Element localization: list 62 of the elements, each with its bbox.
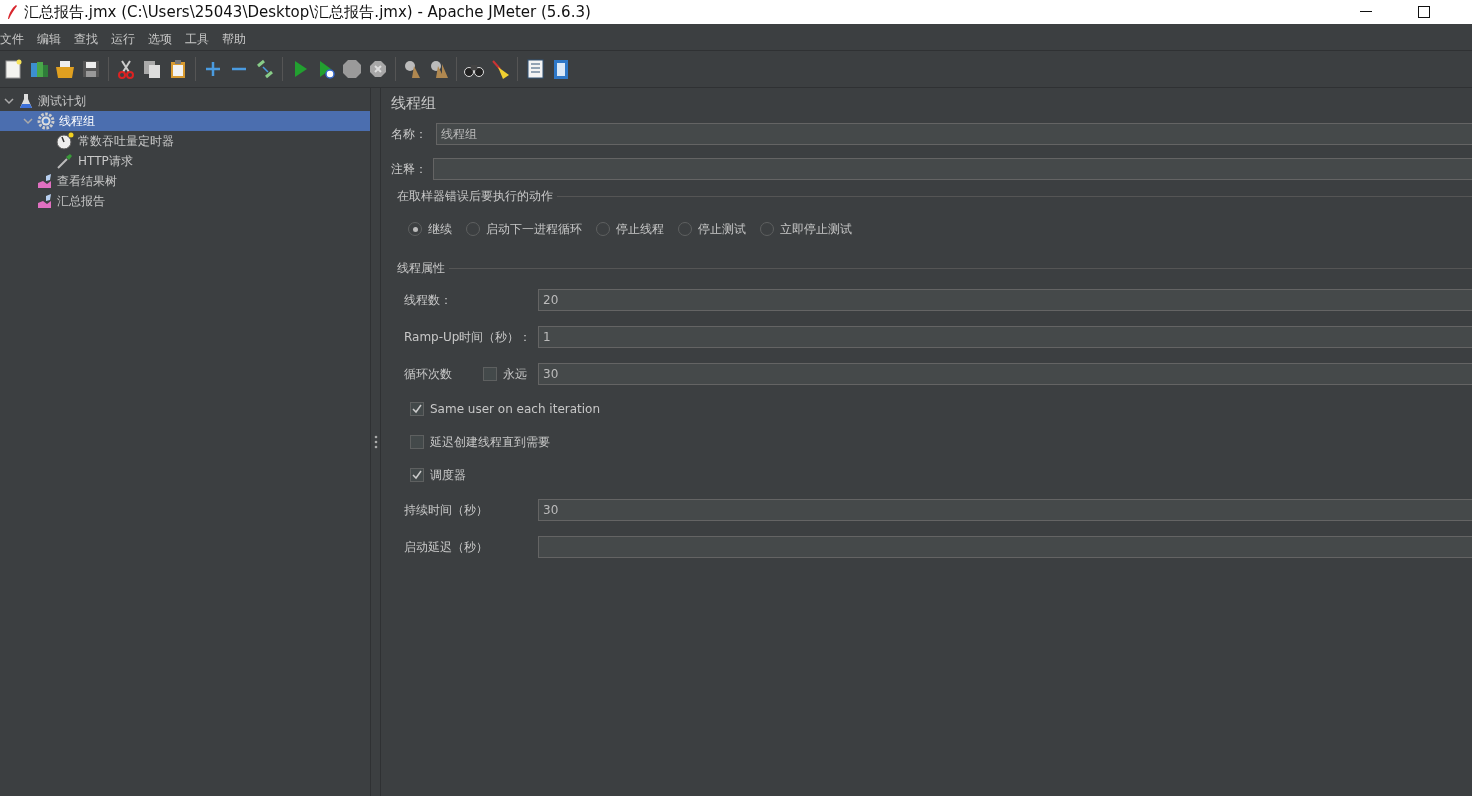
new-file-icon[interactable] — [2, 58, 24, 80]
field-label: 注释： — [391, 160, 428, 178]
feather-icon — [6, 4, 18, 20]
section-title: 在取样器错误后要执行的动作 — [397, 188, 553, 205]
menu-item[interactable]: 文件 — [0, 30, 31, 48]
save-icon[interactable] — [80, 58, 102, 80]
radio-option[interactable]: 立即停止测试 — [760, 217, 852, 241]
chart-icon — [37, 193, 53, 209]
checkbox[interactable]: 延迟创建线程直到需要 — [410, 433, 550, 451]
checkmark-icon — [411, 403, 423, 415]
comment-field[interactable] — [433, 158, 1472, 180]
checkbox[interactable]: 调度器 — [410, 466, 466, 484]
tree-item[interactable]: HTTP请求 — [0, 151, 370, 171]
menu-item[interactable]: 编辑 — [37, 30, 68, 48]
radio-option[interactable]: 启动下一进程循环 — [466, 217, 582, 241]
field-label: 启动延迟（秒） — [404, 538, 489, 556]
minimize-icon[interactable] — [1360, 11, 1372, 13]
field-label: 持续时间（秒） — [404, 501, 489, 519]
field-label: 名称： — [391, 125, 428, 143]
shutdown-icon[interactable] — [367, 58, 389, 80]
input-field[interactable]: 1 — [538, 326, 1472, 348]
field-label: 循环次数 — [404, 365, 453, 383]
section-title: 线程属性 — [397, 260, 445, 277]
input-field[interactable]: 30 — [538, 363, 1472, 385]
field-label: Ramp-Up时间（秒）： — [404, 328, 533, 346]
tree-item[interactable]: 查看结果树 — [0, 171, 370, 191]
copy-icon[interactable] — [141, 58, 163, 80]
reset-search-icon[interactable] — [489, 58, 511, 80]
window-title: 汇总报告.jmx (C:\Users\25043\Desktop\汇总报告.jmx) - Apache JMeter (5.6.3) — [24, 2, 592, 22]
log-icon[interactable] — [524, 58, 546, 80]
menu-item[interactable]: 选项 — [148, 30, 179, 48]
menu-item[interactable]: 运行 — [111, 30, 142, 48]
checkmark-icon — [411, 469, 423, 481]
panel-title: 线程组 — [391, 94, 437, 113]
flask-icon — [18, 93, 34, 109]
checkbox[interactable]: 永远 — [483, 365, 538, 383]
chevron-down-icon[interactable] — [4, 97, 14, 105]
open-folder-icon[interactable] — [54, 58, 76, 80]
tree-item[interactable]: 测试计划 — [0, 91, 370, 111]
menu-item[interactable]: 查找 — [74, 30, 105, 48]
menu-item[interactable]: 帮助 — [222, 30, 253, 48]
input-field[interactable]: 20 — [538, 289, 1472, 311]
splitter-handle-icon[interactable] — [373, 435, 378, 449]
tree-item[interactable]: 线程组 — [0, 111, 370, 131]
radio-option[interactable]: 停止线程 — [596, 217, 664, 241]
field-label: 线程数： — [404, 291, 453, 309]
input-field[interactable] — [538, 536, 1472, 558]
stopwatch-icon — [56, 132, 74, 150]
pipette-icon — [56, 152, 74, 170]
tree-item[interactable]: 汇总报告 — [0, 191, 370, 211]
stop-icon[interactable] — [341, 58, 363, 80]
radio-option[interactable]: 停止测试 — [678, 217, 746, 241]
gear-icon — [37, 112, 55, 130]
name-field[interactable]: 线程组 — [436, 123, 1472, 145]
menu-item[interactable]: 工具 — [185, 30, 216, 48]
radio-option[interactable]: 继续 — [408, 217, 452, 241]
chart-icon — [37, 173, 53, 189]
scissors-icon[interactable] — [115, 58, 137, 80]
tree-item[interactable]: 常数吞吐量定时器 — [0, 131, 370, 151]
input-field[interactable]: 30 — [538, 499, 1472, 521]
checkbox[interactable]: Same user on each iteration — [410, 402, 601, 416]
maximize-icon[interactable] — [1418, 6, 1430, 18]
